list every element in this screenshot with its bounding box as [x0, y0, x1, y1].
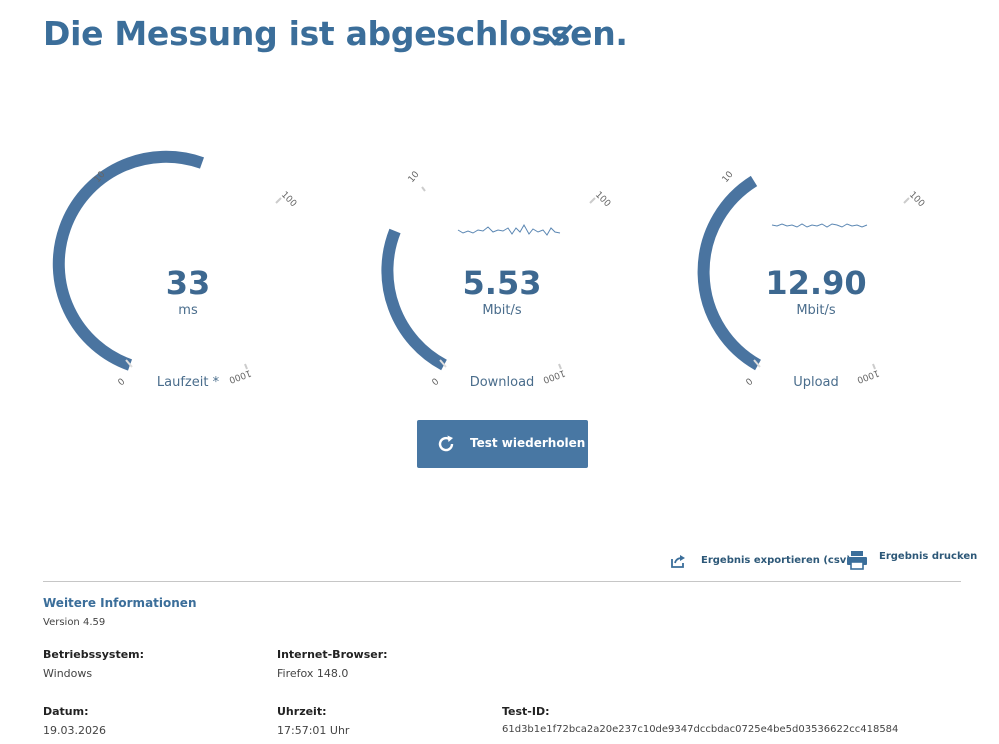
os-label: Betriebssystem:: [43, 648, 145, 661]
export-csv-link[interactable]: Ergebnis exportieren (csv): [670, 550, 851, 572]
printer-icon: [847, 551, 867, 570]
upload-label: Upload: [793, 375, 839, 390]
export-csv-label: Ergebnis exportieren (csv): [701, 555, 851, 566]
browser-label: Internet-Browser:: [277, 648, 388, 661]
tick-label-10: 10: [407, 170, 422, 185]
section-divider: [43, 581, 961, 582]
test-id-label: Test-ID:: [502, 705, 550, 718]
latency-gauge-arc: [52, 150, 205, 371]
download-gauge: 10 100 0 1000 5.53 Mbit/s Download: [352, 140, 652, 400]
latency-gauge: 10 100 0 1000 33 ms Laufzeit *: [38, 140, 338, 400]
upload-unit: Mbit/s: [796, 303, 836, 318]
retest-button-label: Test wiederholen: [470, 436, 586, 450]
info-heading: Weitere Informationen: [43, 596, 197, 610]
download-label: Download: [469, 375, 535, 390]
export-icon: [671, 555, 685, 568]
page-title: Die Messung ist abgeschlossen.: [43, 14, 628, 53]
browser-value: Firefox 148.0: [277, 667, 349, 680]
tick-label-100: 100: [593, 190, 612, 209]
time-label: Uhrzeit:: [277, 705, 327, 718]
tick-label-100: 100: [907, 190, 926, 209]
test-id-value: 61d3b1e1f72bca2a20e237c10de9347dccbdac07…: [502, 724, 899, 735]
date-value: 19.03.2026: [43, 724, 106, 737]
version-text: Version 4.59: [43, 617, 106, 628]
retest-button[interactable]: Test wiederholen: [417, 420, 588, 468]
time-value: 17:57:01 Uhr: [277, 724, 350, 737]
os-value: Windows: [43, 667, 93, 680]
tick-label-10: 10: [721, 170, 736, 185]
latency-label: Laufzeit *: [156, 375, 220, 390]
date-label: Datum:: [43, 705, 89, 718]
checkmark-icon: [545, 24, 573, 46]
latency-value: 33: [165, 264, 211, 302]
refresh-icon: [438, 435, 454, 452]
latency-unit: ms: [178, 303, 198, 318]
upload-sparkline: [771, 223, 868, 228]
print-label: Ergebnis drucken: [879, 551, 978, 562]
download-value: 5.53: [462, 264, 542, 302]
tick-label-100: 100: [279, 190, 298, 209]
download-sparkline: [457, 223, 561, 236]
upload-gauge: 10 100 0 1000 12.90 Mbit/s Upload: [666, 140, 966, 400]
print-link[interactable]: Ergebnis drucken: [846, 548, 977, 574]
download-unit: Mbit/s: [482, 303, 522, 318]
upload-value: 12.90: [765, 264, 867, 302]
